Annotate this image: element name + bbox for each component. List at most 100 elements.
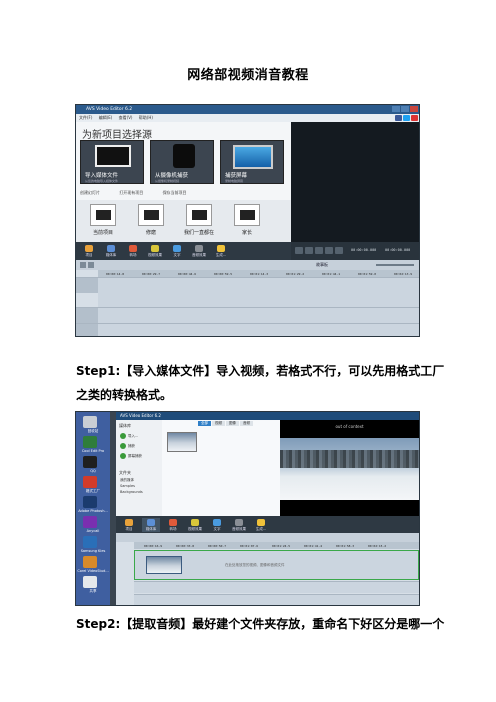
ruler-tick: 00:02:15.2 [368,544,387,548]
media-clip-thumbnail[interactable] [167,432,197,452]
menu-file[interactable]: 文件(F) [79,115,92,120]
open-project-option[interactable]: 打开现有项目 [119,190,143,195]
close-button[interactable] [410,106,418,112]
audio-icon [195,245,203,252]
capture-button[interactable]: 捕获 [119,442,159,450]
maximize-button[interactable] [401,106,409,112]
folder-item[interactable]: 我的媒体 [120,478,160,483]
play-button[interactable] [295,247,303,254]
storyboard-toggle[interactable]: 故事板 [316,262,328,268]
toolbar-project-button[interactable]: 项目 [120,518,138,532]
toolbar-text-button[interactable]: 文字 [168,244,186,258]
import-button[interactable]: 导入... [119,432,159,440]
timeline-clip[interactable] [146,556,182,574]
twitter-icon[interactable] [403,115,410,121]
window-title: AVS Video Editor 6.2 [86,107,133,112]
ruler-tick: 00:00:14.8 [106,272,125,276]
tab-all[interactable]: 全部 [198,421,211,426]
transition-icon [129,245,137,252]
folder-item[interactable]: Samples [120,484,160,488]
audio-track[interactable] [134,581,419,593]
tab-audio[interactable]: 音频 [240,421,253,426]
recent-project-thumb[interactable] [90,204,116,226]
track-header[interactable] [76,277,98,293]
recent-project-label: 家长 [241,230,252,236]
ruler-tick: 00:00:33.8 [176,544,195,548]
toolbar-label: 视频效果 [188,527,202,531]
menu-help[interactable]: 帮助(H) [139,115,153,120]
tab-video[interactable]: 视频 [212,421,225,426]
toolbar-transition-button[interactable]: 转场 [164,518,182,532]
desktop-icon-label: Adobe Photosh... [78,509,108,513]
timeline-toolbar [116,533,419,542]
fullscreen-button[interactable] [335,247,343,254]
window-title: AVS Video Editor 6.2 [116,412,419,420]
facebook-icon[interactable] [395,115,402,121]
stop-button[interactable] [305,247,313,254]
tab-image[interactable]: 图像 [226,421,239,426]
anycall-icon[interactable] [83,516,97,528]
recent-project-thumb[interactable] [234,204,260,226]
folder-item[interactable]: Backgrounds [120,490,160,494]
toolbar-effects-button[interactable]: 视频效果 [146,244,164,258]
save-project-option[interactable]: 保存当前项目 [163,190,187,195]
recent-project-thumb[interactable] [186,204,212,226]
youtube-icon[interactable] [411,115,418,121]
ruler-tick: 00:01:14.3 [250,272,269,276]
photoshop-icon[interactable] [83,496,97,508]
ruler-tick: 00:01:29.2 [286,272,305,276]
capture-camera-tile[interactable]: 从摄像机捕获 从摄像机录制视频 [150,140,214,184]
minimize-button[interactable] [392,106,400,112]
ruler-tick: 00:01:07.6 [240,544,259,548]
text-track[interactable] [98,323,419,336]
toolbar-audio-button[interactable]: 音频效果 [230,518,248,532]
toolbar-project-button[interactable]: 项目 [80,244,98,258]
toolbar-produce-button[interactable]: 生成... [252,518,270,532]
timeline: 00:00:16.9 00:00:33.8 00:00:50.7 00:01:0… [116,533,419,605]
audio-track[interactable] [98,307,419,323]
menu-edit[interactable]: 编辑(E) [99,115,113,120]
create-slideshow-option[interactable]: 创建幻灯片 [80,190,100,195]
document-title: 网络部视频消音教程 [187,68,309,83]
import-media-tile[interactable]: 导入媒体文件 从您的电脑导入媒体文件 [80,140,144,184]
video-track[interactable]: 在此处拖放您的视频、图像和音频文件 [134,550,419,580]
menu-view[interactable]: 查看(V) [119,115,133,120]
undo-icon[interactable] [80,262,86,268]
video-track[interactable] [98,277,419,307]
zoom-slider[interactable] [376,264,414,266]
track-header[interactable] [76,323,98,336]
library-heading: 媒体库 [119,423,131,428]
prev-frame-button[interactable] [315,247,323,254]
clapperboard-icon [95,145,131,167]
samsung-kies-icon[interactable] [83,536,97,548]
text-icon [213,519,221,526]
qq-icon[interactable] [83,456,97,468]
share-icon[interactable] [83,576,97,588]
cool-edit-icon[interactable] [83,436,97,448]
library-icon [147,519,155,526]
camcorder-icon [173,144,195,168]
toolbar-text-button[interactable]: 文字 [208,518,226,532]
ruler-tick: 00:00:44.6 [178,272,197,276]
redo-icon[interactable] [88,262,94,268]
desktop-icon-label: Anycall [86,529,100,533]
ruler-tick: 00:02:13.9 [394,272,413,276]
toolbar-transition-button[interactable]: 转场 [124,244,142,258]
track-header[interactable] [76,307,98,323]
source-heading: 为新项目选择源 [82,130,152,141]
recycle-bin-icon[interactable] [83,416,97,428]
toolbar-effects-button[interactable]: 视频效果 [186,518,204,532]
toolbar-library-button[interactable]: 媒体库 [142,518,160,532]
recent-project-thumb[interactable] [138,204,164,226]
toolbar-library-button[interactable]: 媒体库 [102,244,120,258]
screen-capture-button[interactable]: 屏幕捕获 [119,452,159,460]
recent-projects: 当前项目 修磨 我们一直都在 家长 [76,200,291,242]
toolbar-produce-button[interactable]: 生成... [212,244,230,258]
format-factory-icon[interactable] [83,476,97,488]
toolbar-label: 文字 [173,253,181,257]
toolbar-audio-button[interactable]: 音频效果 [190,244,208,258]
text-track[interactable] [134,594,419,605]
next-frame-button[interactable] [325,247,333,254]
corel-icon[interactable] [83,556,97,568]
capture-screen-tile[interactable]: 捕获屏幕 录制电脑屏幕 [220,140,284,184]
